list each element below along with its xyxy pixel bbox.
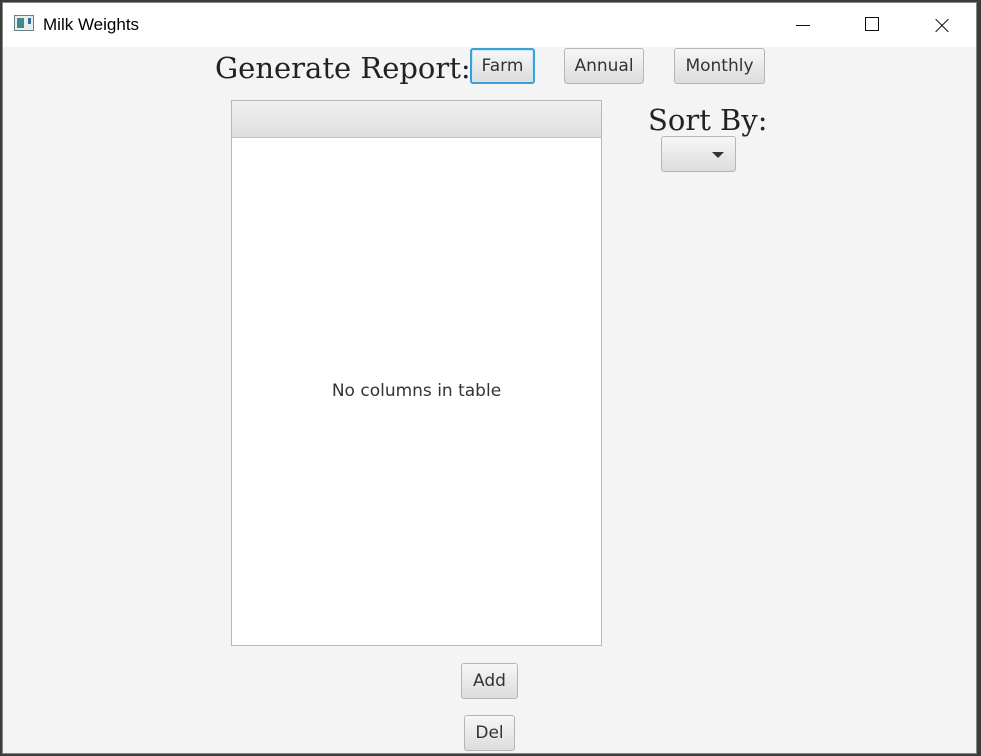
maximize-icon [865,17,879,31]
delete-button[interactable]: Del [464,715,515,751]
table-empty-placeholder: No columns in table [331,381,502,401]
minimize-icon [796,25,810,26]
close-button[interactable] [906,3,976,47]
main-window: Milk Weights Generate Report: Farm Annua… [2,2,977,754]
chevron-down-icon [712,152,724,158]
title-bar[interactable]: Milk Weights [3,3,976,47]
annual-report-button[interactable]: Annual [564,48,644,84]
report-table[interactable]: No columns in table [231,100,602,646]
table-header [232,101,601,138]
add-button[interactable]: Add [461,663,518,699]
generate-report-heading: Generate Report: [215,51,471,85]
minimize-button[interactable] [766,3,836,47]
maximize-button[interactable] [836,3,906,47]
app-window-icon [14,15,34,31]
window-title: Milk Weights [43,15,140,34]
sort-by-dropdown[interactable] [661,136,736,172]
monthly-report-button[interactable]: Monthly [674,48,765,84]
sort-by-label: Sort By: [648,103,768,137]
farm-report-button[interactable]: Farm [470,48,535,84]
